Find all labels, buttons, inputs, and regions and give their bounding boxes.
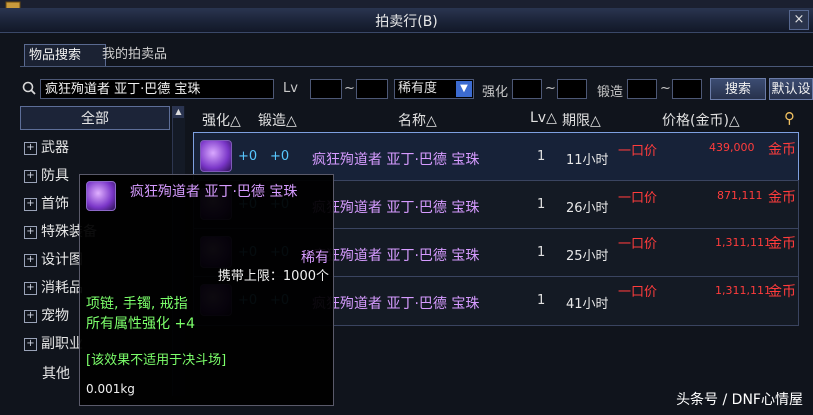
orb-icon <box>200 140 232 172</box>
forge-max-input[interactable] <box>672 79 702 99</box>
sidebar-item-label: 宠物 <box>41 308 69 324</box>
expand-icon[interactable]: + <box>24 197 37 211</box>
sidebar-item-label: 首饰 <box>41 196 69 212</box>
sidebar-item-label: 副职业 <box>41 336 83 352</box>
tooltip-note: [该效果不适用于决斗场] <box>86 353 227 368</box>
sidebar-item-label: 设计图 <box>41 252 83 268</box>
row-duration: 11小时 <box>566 153 609 168</box>
row-currency: 金币 <box>768 190 796 206</box>
default-settings-button[interactable]: 默认设 <box>769 78 813 100</box>
col-duration[interactable]: 期限△ <box>562 110 601 130</box>
row-price-label: 一口价 <box>618 144 658 159</box>
sidebar-item-label: 消耗品 <box>41 280 83 296</box>
sidebar-item-all[interactable]: 全部 <box>20 106 170 130</box>
search-bar: 疯狂殉道者 亚丁·巴德 宝珠 Lv ~ 稀有度 ▼ 强化 ~ 锻造 ~ 搜索 默… <box>0 76 813 102</box>
row-name: 疯狂殉道者 亚丁·巴德 宝珠 <box>312 248 480 264</box>
row-price-label: 一口价 <box>618 191 658 206</box>
col-price[interactable]: 价格(金币)△ <box>662 110 740 130</box>
item-tooltip: 疯狂殉道者 亚丁·巴德 宝珠 稀有 携带上限：1000个 项链, 手镯, 戒指 … <box>79 174 334 406</box>
lv-min-input[interactable] <box>310 79 342 99</box>
tooltip-effect: 所有属性强化 +4 <box>86 316 196 332</box>
row-lv: 1 <box>537 149 546 164</box>
scroll-up-icon[interactable]: ▲ <box>173 106 184 118</box>
search-icon <box>22 81 36 95</box>
row-name: 疯狂殉道者 亚丁·巴德 宝珠 <box>312 152 480 168</box>
chevron-down-icon[interactable]: ▼ <box>456 81 472 97</box>
col-name[interactable]: 名称△ <box>398 110 437 130</box>
row-duration: 26小时 <box>566 201 609 216</box>
row-price-label: 一口价 <box>618 237 658 252</box>
top-strip <box>0 0 813 8</box>
forge-min-input[interactable] <box>627 79 657 99</box>
col-enhance[interactable]: 强化△ <box>202 110 241 130</box>
expand-icon[interactable]: + <box>24 225 37 239</box>
tab-divider <box>20 66 813 67</box>
lv-label: Lv <box>283 81 298 96</box>
row-lv: 1 <box>537 293 546 308</box>
row-currency: 金币 <box>768 236 796 252</box>
rarity-select[interactable]: 稀有度 ▼ <box>394 79 474 99</box>
sidebar-item-label: 防具 <box>41 168 69 184</box>
tab-my-listings[interactable]: 我的拍卖品 <box>98 44 186 66</box>
row-price: 439,000 <box>709 141 755 154</box>
tooltip-carry-limit: 携带上限：1000个 <box>217 269 329 284</box>
forge-tilde: ~ <box>660 81 671 96</box>
tooltip-item-name: 疯狂殉道者 亚丁·巴德 宝珠 <box>130 184 298 200</box>
row-duration: 41小时 <box>566 297 609 312</box>
row-price: 1,311,111 <box>715 284 771 297</box>
pin-icon[interactable]: ⚲ <box>784 109 795 127</box>
row-lv: 1 <box>537 197 546 212</box>
expand-icon[interactable]: + <box>24 309 37 323</box>
row-name: 疯狂殉道者 亚丁·巴德 宝珠 <box>312 296 480 312</box>
row-name: 疯狂殉道者 亚丁·巴德 宝珠 <box>312 200 480 216</box>
listing-header: 强化△ 锻造△ 名称△ Lv△ 期限△ 价格(金币)△ <box>192 110 804 130</box>
row-lv: 1 <box>537 245 546 260</box>
orb-icon <box>86 181 116 211</box>
row-enhance: +0 <box>238 149 258 164</box>
col-lv[interactable]: Lv△ <box>530 110 557 126</box>
row-duration: 25小时 <box>566 249 609 264</box>
search-button[interactable]: 搜索 <box>710 78 766 100</box>
enhance-min-input[interactable] <box>512 79 542 99</box>
sidebar-item-label: 武器 <box>41 140 69 156</box>
forge-label: 锻造 <box>597 85 624 100</box>
search-input[interactable]: 疯狂殉道者 亚丁·巴德 宝珠 <box>40 79 274 99</box>
close-button[interactable]: × <box>789 10 809 30</box>
tooltip-weight: 0.001kg <box>86 382 135 396</box>
expand-icon[interactable]: + <box>24 281 37 295</box>
expand-icon[interactable]: + <box>24 337 37 351</box>
col-forge[interactable]: 锻造△ <box>258 110 297 130</box>
row-price: 871,111 <box>717 189 763 202</box>
title-bar[interactable]: 拍卖行(B) × <box>0 8 813 33</box>
enhance-label: 强化 <box>482 85 509 100</box>
row-price-label: 一口价 <box>618 285 658 300</box>
row-price: 1,311,111 <box>715 236 771 249</box>
enhance-max-input[interactable] <box>557 79 587 99</box>
tooltip-rarity: 稀有 <box>301 250 329 266</box>
sidebar-item-weapons[interactable]: + 武器 <box>20 136 170 160</box>
expand-icon[interactable]: + <box>24 141 37 155</box>
row-currency: 金币 <box>768 142 796 158</box>
row-currency: 金币 <box>768 284 796 300</box>
expand-icon[interactable]: + <box>24 253 37 267</box>
rarity-value: 稀有度 <box>398 81 438 96</box>
watermark: 头条号 / DNF心情屋 <box>676 392 803 408</box>
expand-icon[interactable]: + <box>24 169 37 183</box>
window-title: 拍卖行(B) <box>375 14 438 30</box>
enhance-tilde: ~ <box>545 81 556 96</box>
row-forge: +0 <box>270 149 290 164</box>
tooltip-slots: 项链, 手镯, 戒指 <box>86 296 188 312</box>
auction-window: 拍卖行(B) × 物品搜索 我的拍卖品 疯狂殉道者 亚丁·巴德 宝珠 Lv ~ … <box>0 0 813 415</box>
lv-max-input[interactable] <box>356 79 388 99</box>
lv-tilde: ~ <box>344 81 355 96</box>
tab-item-search[interactable]: 物品搜索 <box>24 44 106 67</box>
